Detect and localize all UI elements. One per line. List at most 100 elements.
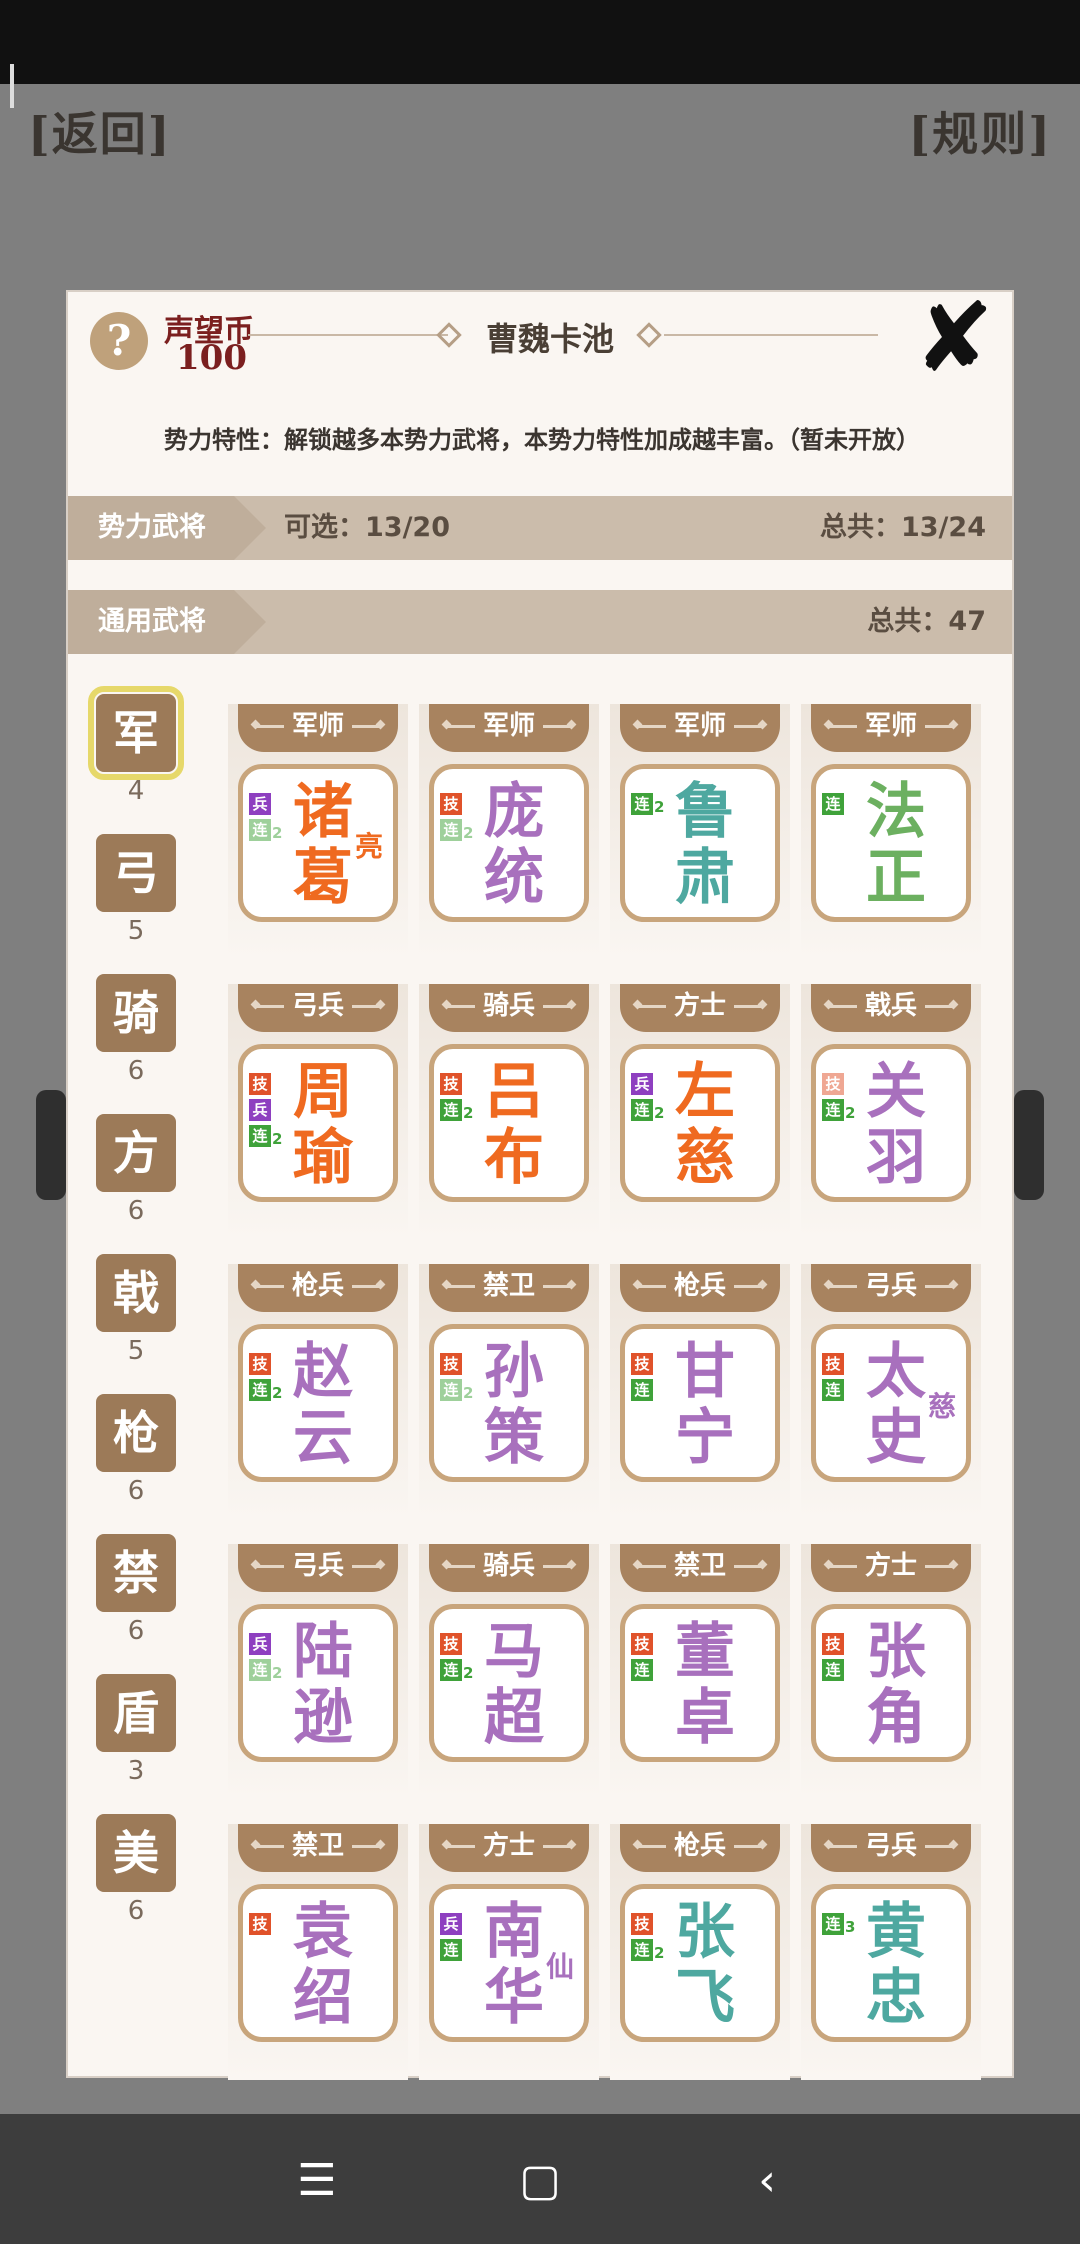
tag-ornament (352, 1565, 382, 1568)
general-card[interactable]: 弓兵技连太史慈 (801, 1264, 981, 1520)
troop-type-count: 6 (127, 1056, 145, 1086)
card-class-tag: 枪兵 (238, 1264, 398, 1312)
skill-badges: 连 (822, 793, 858, 819)
general-card[interactable]: 骑兵技连 2 吕布 (419, 984, 599, 1240)
skill-badge: 连 (822, 793, 844, 815)
troop-type-item[interactable]: 戟5 (96, 1254, 178, 1366)
troop-type-item[interactable]: 美6 (96, 1814, 178, 1926)
general-card[interactable]: 军师技连 2 庞统 (419, 704, 599, 960)
general-card[interactable]: 弓兵兵连 2 陆逊 (228, 1544, 408, 1800)
tag-ornament (734, 1285, 764, 1288)
card-face: 连3黄忠 (811, 1884, 971, 2042)
troop-type-button[interactable]: 戟 (96, 1254, 176, 1332)
troop-type-button[interactable]: 骑 (96, 974, 176, 1052)
troop-type-button[interactable]: 美 (96, 1814, 176, 1892)
card-face: 技连2关羽 (811, 1044, 971, 1202)
left-decoration (36, 1090, 66, 1200)
system-nav-bar: ☰ ▢ ‹ (0, 2114, 1080, 2244)
skill-badge-label: 技 (825, 1355, 841, 1373)
general-card[interactable]: 方士兵连南华仙 (419, 1824, 599, 2080)
general-name: 陆逊 (287, 1619, 359, 1751)
tag-ornament (827, 1005, 857, 1008)
skill-badge-label: 连 (252, 1127, 268, 1145)
troop-type-button[interactable]: 盾 (96, 1674, 176, 1752)
home-icon[interactable]: ▢ (505, 2146, 575, 2216)
troop-type-item[interactable]: 盾3 (96, 1674, 178, 1786)
skill-badge-label: 技 (634, 1635, 650, 1653)
skill-badges: 技连2 (440, 1353, 476, 1405)
troop-type-button[interactable]: 枪 (96, 1394, 176, 1472)
tag-ornament (925, 1005, 955, 1008)
general-card[interactable]: 禁卫技连董卓 (610, 1544, 790, 1800)
general-card[interactable]: 枪兵技连甘宁 (610, 1264, 790, 1520)
general-card[interactable]: 禁卫技连 2 孙策 (419, 1264, 599, 1520)
troop-type-item[interactable]: 军4 (88, 686, 184, 806)
general-name: 庞统 (478, 779, 550, 911)
tag-ornament (636, 1845, 666, 1848)
general-name: 南华 (478, 1899, 550, 2031)
faction-generals-band[interactable]: 势力武将 可选：13/20 总共：13/24 (68, 496, 1012, 560)
skill-badge-label: 连 (443, 1101, 459, 1119)
skill-badge-label: 技 (825, 1075, 841, 1093)
general-name: 法正 (860, 779, 932, 911)
general-card[interactable]: 弓兵技兵连 2 周瑜 (228, 984, 408, 1240)
skill-badge-label: 技 (443, 1075, 459, 1093)
general-card[interactable]: 枪兵技连 2 赵云 (228, 1264, 408, 1520)
general-card[interactable]: 军师连 法正 (801, 704, 981, 960)
skill-badge-level: 2 (463, 1384, 474, 1402)
general-card[interactable]: 骑兵技连 2 马超 (419, 1544, 599, 1800)
card-class-label: 方士 (482, 1831, 535, 1861)
close-icon[interactable]: ✘ (910, 290, 998, 386)
card-class-tag: 方士 (429, 1824, 589, 1872)
general-card[interactable]: 方士技连张角 (801, 1544, 981, 1800)
troop-type-item[interactable]: 骑6 (96, 974, 178, 1086)
menu-icon[interactable]: ☰ (282, 2146, 352, 2216)
general-name-char: 宁 (675, 1403, 735, 1473)
skill-badges: 技连2 (249, 1353, 285, 1405)
skill-badge-label: 技 (443, 795, 459, 813)
troop-type-item[interactable]: 弓5 (96, 834, 178, 946)
general-name-char: 赵 (293, 1337, 353, 1407)
card-face: 技连2庞统 (429, 764, 589, 922)
card-face: 技连张角 (811, 1604, 971, 1762)
tag-ornament (925, 1285, 955, 1288)
general-card[interactable]: 军师连 2 鲁肃 (610, 704, 790, 960)
troop-type-button[interactable]: 弓 (96, 834, 176, 912)
troop-type-button[interactable]: 禁 (96, 1534, 176, 1612)
general-generals-band[interactable]: 通用武将 总共：47 (68, 590, 1012, 654)
general-name-char: 关 (866, 1057, 926, 1127)
rules-button[interactable]: [规则] (908, 98, 1052, 164)
back-button[interactable]: [返回] (28, 98, 172, 164)
skill-badge: 连2 (249, 819, 282, 842)
general-name-char: 瑜 (293, 1123, 353, 1193)
skill-badge: 连2 (631, 793, 664, 816)
general-card[interactable]: 弓兵连 3 黄忠 (801, 1824, 981, 2080)
general-name-char: 孙 (484, 1337, 544, 1407)
general-card[interactable]: 方士兵连 2 左慈 (610, 984, 790, 1240)
skill-badge-label: 兵 (252, 1101, 268, 1119)
general-name-char: 史 (866, 1403, 926, 1473)
skill-badges: 技连 (631, 1633, 667, 1685)
general-card[interactable]: 禁卫技 袁绍 (228, 1824, 408, 2080)
card-class-tag: 方士 (811, 1544, 971, 1592)
back-icon[interactable]: ‹ (732, 2146, 802, 2216)
skill-badge: 技 (631, 1353, 653, 1375)
skill-badge-level: 2 (463, 1664, 474, 1682)
skill-badge-label: 连 (825, 1661, 841, 1679)
general-card[interactable]: 枪兵技连 2 张飞 (610, 1824, 790, 2080)
skill-badge-label: 连 (252, 1661, 268, 1679)
card-face: 兵连2陆逊 (238, 1604, 398, 1762)
card-class-label: 军师 (673, 711, 726, 741)
troop-type-item[interactable]: 方6 (96, 1114, 178, 1226)
troop-type-button[interactable]: 军 (88, 686, 184, 780)
troop-type-item[interactable]: 禁6 (96, 1534, 178, 1646)
troop-type-item[interactable]: 枪6 (96, 1394, 178, 1506)
skill-badge: 连 (822, 1379, 844, 1401)
troop-type-button[interactable]: 方 (96, 1114, 176, 1192)
tag-ornament (827, 1565, 857, 1568)
general-name-char: 肃 (675, 843, 735, 913)
skill-badge: 技 (440, 1633, 462, 1655)
general-card[interactable]: 军师兵连 2 诸葛亮 (228, 704, 408, 960)
general-card[interactable]: 戟兵技连 2 关羽 (801, 984, 981, 1240)
help-icon[interactable]: ? (90, 312, 148, 370)
